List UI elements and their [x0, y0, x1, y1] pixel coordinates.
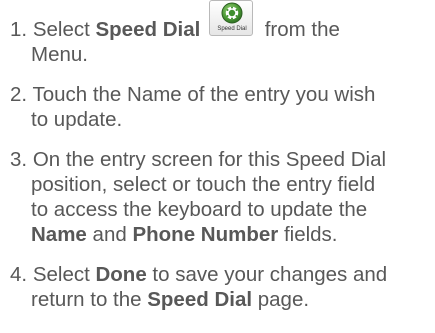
step-3-line-2: position, select or touch the entry fiel… — [31, 173, 376, 196]
step-text: On the entry screen for this Speed Dial — [32, 148, 387, 171]
step-number: 4. — [10, 263, 28, 286]
step-4: 4. Select Done to save your changes and … — [10, 262, 430, 312]
speed-dial-page-label: Speed Dial — [147, 288, 253, 311]
speed-dial-icon-caption: Speed Dial — [217, 26, 247, 32]
step-2: 2. Touch the Name of the entry you wish … — [10, 82, 430, 132]
step-text: from the — [264, 18, 340, 41]
step-text: and — [86, 223, 133, 246]
phone-number-field-label: Phone Number — [132, 223, 279, 246]
name-field-label: Name — [31, 223, 87, 246]
step-2-line-2: to update. — [31, 108, 123, 131]
step-text: to save your changes and — [146, 263, 388, 286]
step-text: Select — [32, 263, 96, 286]
done-label: Done — [95, 263, 147, 286]
step-3: 3. On the entry screen for this Speed Di… — [10, 147, 430, 247]
step-text: Touch the Name of the entry you wish — [32, 83, 376, 106]
step-1-line-2: Menu. — [31, 43, 88, 66]
step-4-line-1: 4. Select Done to save your changes and — [10, 262, 430, 287]
step-text: return to the — [31, 288, 148, 311]
step-3-line-4: Name and Phone Number fields. — [10, 222, 430, 247]
step-text: fields. — [278, 223, 338, 246]
step-number: 3. — [10, 148, 28, 171]
speed-dial-icon: Speed Dial — [209, 0, 255, 36]
step-3-line-1: 3. On the entry screen for this Speed Di… — [10, 147, 430, 172]
phone-icon — [221, 2, 243, 24]
step-3-line-3: to access the keyboard to update the — [31, 198, 368, 221]
step-4-line-2: return to the Speed Dial page. — [10, 287, 430, 312]
speed-dial-icon-tile: Speed Dial — [209, 0, 253, 36]
step-number: 1. — [10, 18, 28, 41]
step-text: Select — [32, 18, 96, 41]
step-number: 2. — [10, 83, 28, 106]
step-1-line-1: 1. Select Speed Dial Speed Dial from the — [10, 0, 430, 42]
step-text: page. — [252, 288, 310, 311]
speed-dial-label: Speed Dial — [95, 18, 201, 41]
step-1: 1. Select Speed Dial Speed Dial from the… — [10, 0, 430, 67]
step-2-line-1: 2. Touch the Name of the entry you wish — [10, 82, 430, 107]
